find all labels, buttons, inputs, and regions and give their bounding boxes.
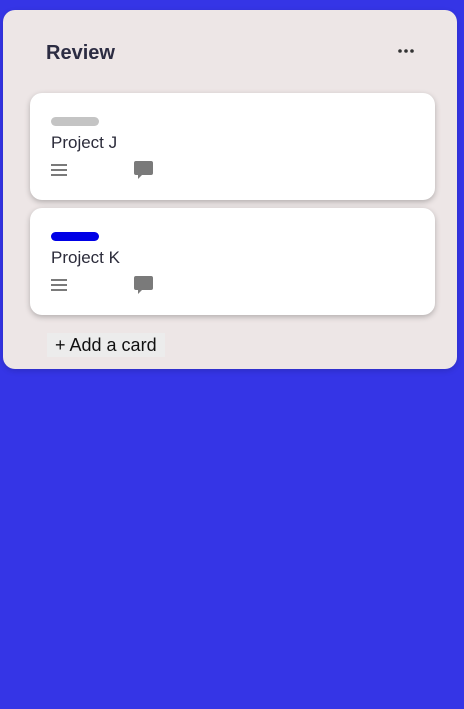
comment-icon bbox=[134, 276, 153, 294]
card-label[interactable] bbox=[51, 232, 99, 241]
description-icon bbox=[51, 164, 67, 176]
column-title[interactable]: Review bbox=[46, 41, 115, 65]
card-project-k[interactable]: Project K bbox=[30, 208, 435, 315]
ellipsis-icon bbox=[398, 49, 414, 53]
comment-icon bbox=[134, 161, 153, 179]
description-icon bbox=[51, 279, 67, 291]
card-title: Project J bbox=[51, 133, 118, 152]
column-menu-button[interactable] bbox=[393, 41, 419, 61]
add-card-button[interactable]: + Add a card bbox=[47, 333, 165, 357]
card-title: Project K bbox=[51, 248, 120, 267]
list-column-review: Review Project J Project K + Add a card bbox=[3, 10, 457, 369]
card-label[interactable] bbox=[51, 117, 99, 126]
card-project-j[interactable]: Project J bbox=[30, 93, 435, 200]
